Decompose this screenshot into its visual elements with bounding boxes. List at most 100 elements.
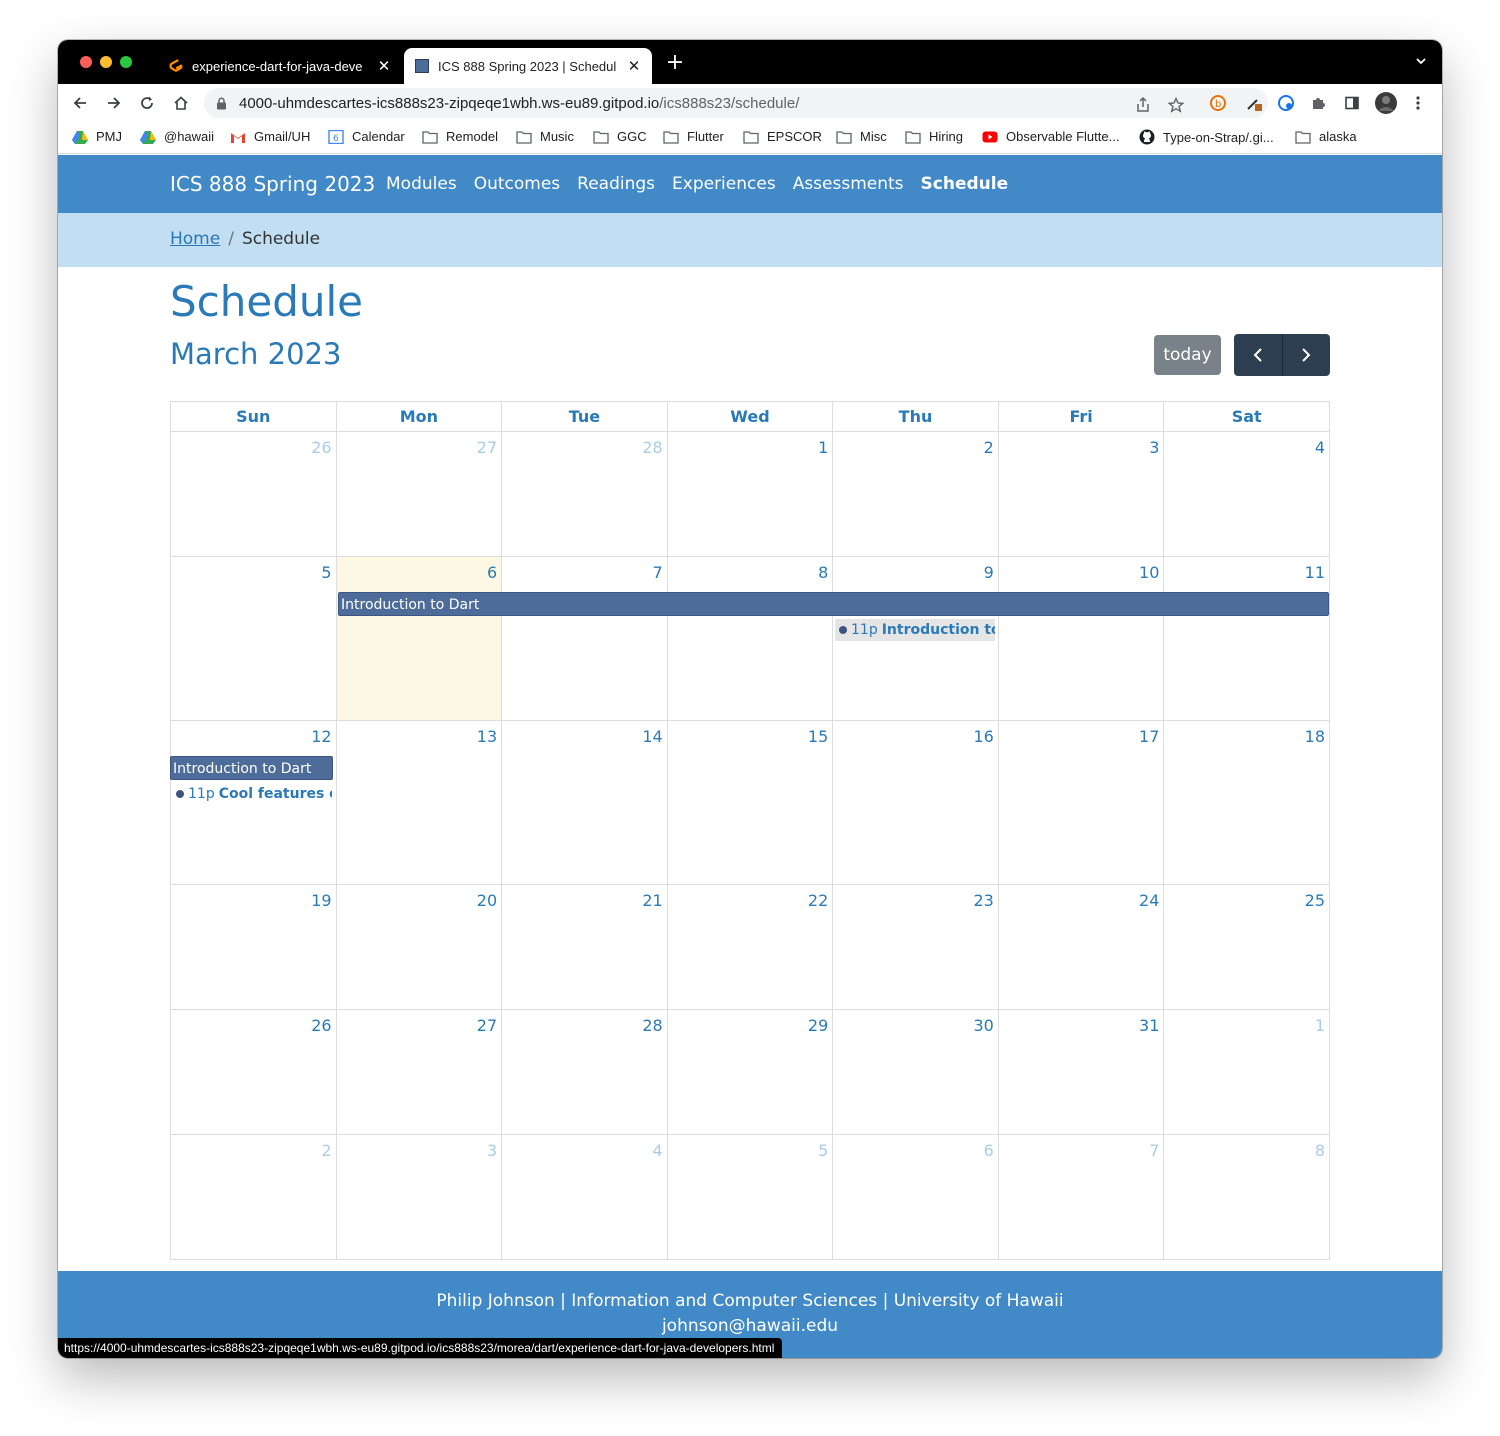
side-panel-icon[interactable]: [1342, 93, 1362, 113]
nav-readings[interactable]: Readings: [577, 174, 655, 194]
day-number[interactable]: 18: [1305, 727, 1325, 746]
bookmark-folder-ggc[interactable]: GGC: [593, 129, 647, 144]
day-cell[interactable]: 22: [666, 884, 834, 1010]
bookmark-folder-hiring[interactable]: Hiring: [905, 129, 963, 144]
day-number[interactable]: 31: [1139, 1016, 1159, 1035]
event-bar-introduction-to-dart[interactable]: Introduction to Dart: [338, 592, 1329, 616]
day-number[interactable]: 28: [642, 1016, 662, 1035]
site-brand[interactable]: ICS 888 Spring 2023: [170, 172, 375, 196]
day-number[interactable]: 19: [311, 891, 331, 910]
bookmark-calendar[interactable]: 6 Calendar: [328, 129, 405, 144]
day-cell[interactable]: 3: [997, 431, 1165, 557]
day-number[interactable]: 24: [1139, 891, 1159, 910]
day-cell[interactable]: 7: [997, 1134, 1165, 1260]
bookmark-folder-alaska[interactable]: alaska: [1295, 129, 1357, 144]
day-number[interactable]: 28: [642, 438, 662, 457]
day-number[interactable]: 13: [477, 727, 497, 746]
breadcrumb-home-link[interactable]: Home: [170, 229, 220, 249]
tab-schedule[interactable]: ICS 888 Spring 2023 | Schedul ✕: [404, 48, 652, 84]
extensions-puzzle-icon[interactable]: [1308, 93, 1328, 113]
day-cell[interactable]: 4: [501, 1134, 668, 1260]
day-number[interactable]: 15: [808, 727, 828, 746]
day-cell[interactable]: 13: [335, 720, 503, 885]
day-cell[interactable]: 10: [997, 556, 1165, 721]
day-cell[interactable]: 21: [501, 884, 668, 1010]
day-cell[interactable]: 28: [501, 431, 668, 557]
day-cell[interactable]: 23: [832, 884, 999, 1010]
day-number[interactable]: 29: [808, 1016, 828, 1035]
day-cell[interactable]: 27: [335, 1009, 503, 1135]
day-number[interactable]: 5: [818, 1141, 828, 1160]
browser-menu-icon[interactable]: [1408, 93, 1428, 113]
day-number[interactable]: 11: [1305, 563, 1325, 582]
day-number[interactable]: 6: [984, 1141, 994, 1160]
day-cell[interactable]: 4: [1163, 431, 1330, 557]
day-number[interactable]: 7: [1149, 1141, 1159, 1160]
day-number[interactable]: 23: [973, 891, 993, 910]
day-cell[interactable]: 6: [832, 1134, 999, 1260]
day-number[interactable]: 2: [321, 1141, 331, 1160]
day-cell[interactable]: 8: [1163, 1134, 1330, 1260]
day-number[interactable]: 4: [653, 1141, 663, 1160]
bookmark-gmail[interactable]: Gmail/UH: [230, 129, 310, 144]
today-button[interactable]: today: [1154, 335, 1221, 375]
day-number[interactable]: 14: [642, 727, 662, 746]
day-number[interactable]: 1: [818, 438, 828, 457]
day-number[interactable]: 9: [984, 563, 994, 582]
bookmark-observable-flutter[interactable]: Observable Flutte...: [982, 129, 1119, 144]
day-cell[interactable]: 15: [666, 720, 834, 885]
day-cell[interactable]: 17: [997, 720, 1165, 885]
bookmark-star-icon[interactable]: [1168, 97, 1184, 113]
day-cell[interactable]: 20: [335, 884, 503, 1010]
bookmark-folder-misc[interactable]: Misc: [836, 129, 887, 144]
day-cell[interactable]: 11: [1163, 556, 1330, 721]
day-number[interactable]: 8: [818, 563, 828, 582]
event-bar-introduction-to-dart-cont[interactable]: Introduction to Dart: [170, 756, 333, 780]
day-number[interactable]: 1: [1315, 1016, 1325, 1035]
close-tab-icon[interactable]: ✕: [376, 57, 392, 75]
day-cell[interactable]: 1: [666, 431, 834, 557]
bookmark-folder-epscor[interactable]: EPSCOR: [743, 129, 822, 144]
nav-experiences[interactable]: Experiences: [672, 174, 776, 194]
day-cell[interactable]: 18: [1163, 720, 1330, 885]
day-cell[interactable]: 27: [335, 431, 503, 557]
extension-grammar-icon[interactable]: [1276, 93, 1296, 113]
day-number[interactable]: 25: [1305, 891, 1325, 910]
day-number[interactable]: 6: [487, 563, 497, 582]
nav-schedule[interactable]: Schedule: [921, 174, 1009, 194]
back-arrow-icon[interactable]: [68, 91, 92, 115]
day-cell-today[interactable]: 6: [335, 556, 503, 721]
day-number[interactable]: 8: [1315, 1141, 1325, 1160]
day-cell[interactable]: 16: [832, 720, 999, 885]
day-cell[interactable]: 3: [335, 1134, 503, 1260]
reload-icon[interactable]: [135, 91, 159, 115]
day-cell[interactable]: 24: [997, 884, 1165, 1010]
footer-email[interactable]: johnson@hawaii.edu: [58, 1316, 1442, 1336]
nav-modules[interactable]: Modules: [386, 174, 457, 194]
extension-b-icon[interactable]: b: [1208, 93, 1228, 113]
day-number[interactable]: 27: [477, 1016, 497, 1035]
day-cell[interactable]: 2: [832, 431, 999, 557]
day-cell[interactable]: 26: [170, 431, 337, 557]
day-number[interactable]: 20: [477, 891, 497, 910]
tab-search-icon[interactable]: [1414, 54, 1428, 68]
day-number[interactable]: 4: [1315, 438, 1325, 457]
nav-outcomes[interactable]: Outcomes: [474, 174, 560, 194]
day-cell[interactable]: 19: [170, 884, 337, 1010]
day-cell[interactable]: 30: [832, 1009, 999, 1135]
day-number[interactable]: 12: [311, 727, 331, 746]
event-item-introduction-to-dart[interactable]: 11p Introduction to Dart: [835, 619, 995, 641]
address-bar[interactable]: 4000-uhmdescartes-ics888s23-zipqeqe1wbh.…: [204, 88, 1268, 118]
day-number[interactable]: 2: [984, 438, 994, 457]
profile-avatar[interactable]: [1374, 91, 1398, 115]
day-number[interactable]: 22: [808, 891, 828, 910]
prev-month-button[interactable]: [1234, 334, 1283, 376]
day-cell[interactable]: 14: [501, 720, 668, 885]
zoom-window-button[interactable]: [120, 56, 132, 68]
bookmark-hawaii[interactable]: @hawaii: [140, 129, 214, 144]
day-cell[interactable]: 1: [1163, 1009, 1330, 1135]
new-tab-button[interactable]: +: [664, 52, 686, 74]
day-number[interactable]: 5: [321, 563, 331, 582]
day-number[interactable]: 27: [477, 438, 497, 457]
day-number[interactable]: 3: [487, 1141, 497, 1160]
